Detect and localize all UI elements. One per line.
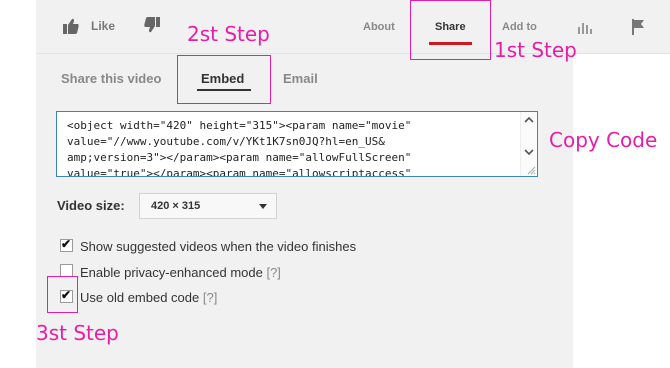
like-button[interactable]: Like [62,16,122,38]
embed-code-text: <object width="420" height="315"><param … [67,118,519,177]
dislike-button[interactable] [143,16,163,36]
code-line: value="true"></param><param name="allows… [67,167,412,177]
scroll-down-icon[interactable] [521,146,537,158]
privacy-mode-label: Enable privacy-enhanced mode [?] [80,265,281,280]
flag-icon [632,19,644,35]
chevron-down-icon [259,204,267,209]
video-size-select[interactable]: 420 × 315 [139,193,277,219]
suggested-videos-label: Show suggested videos when the video fin… [80,239,357,254]
tab-embed[interactable]: Embed [201,71,244,86]
thumbs-up-icon [63,18,79,34]
video-size-label: Video size: [57,198,125,213]
old-embed-help-link[interactable]: [?] [203,290,217,305]
report-button[interactable] [630,18,646,36]
step3-highlight-box [47,276,78,313]
suggested-videos-checkbox[interactable]: ✔ [60,237,73,252]
tab-email[interactable]: Email [283,71,318,86]
checkmark-icon: ✔ [61,237,72,251]
video-size-value: 420 × 315 [151,200,201,212]
embed-tab-underline [197,89,251,91]
old-embed-code-text: Use old embed code [80,290,200,305]
step3-annotation: 3st Step [36,321,119,345]
code-line: value="//www.youtube.com/v/YKt1K7sn0JQ?h… [67,135,385,148]
privacy-mode-text: Enable privacy-enhanced mode [80,265,263,280]
bar-chart-icon [578,23,592,34]
tab-about[interactable]: About [363,21,395,33]
like-label: Like [91,19,116,33]
page-background [573,0,670,368]
step1-annotation: 1st Step [494,38,577,62]
code-line: amp;version=3"></param><param name="allo… [67,151,412,164]
privacy-help-link[interactable]: [?] [266,265,280,280]
code-line: <object width="420" height="315"><param … [67,119,412,132]
old-embed-code-label: Use old embed code [?] [80,290,217,305]
stats-button[interactable] [577,19,593,35]
scroll-up-icon[interactable] [521,114,537,126]
step1-highlight-box [410,0,491,60]
resize-handle-icon[interactable] [526,165,536,175]
tab-share-this-video[interactable]: Share this video [61,71,161,86]
step2-annotation: 2st Step [187,22,270,46]
thumbs-down-icon [144,17,160,33]
copy-code-annotation: Copy Code [549,128,658,152]
embed-code-textarea[interactable]: <object width="420" height="315"><param … [56,111,538,177]
code-scrollbar[interactable] [520,112,537,176]
tab-add-to[interactable]: Add to [502,21,537,33]
